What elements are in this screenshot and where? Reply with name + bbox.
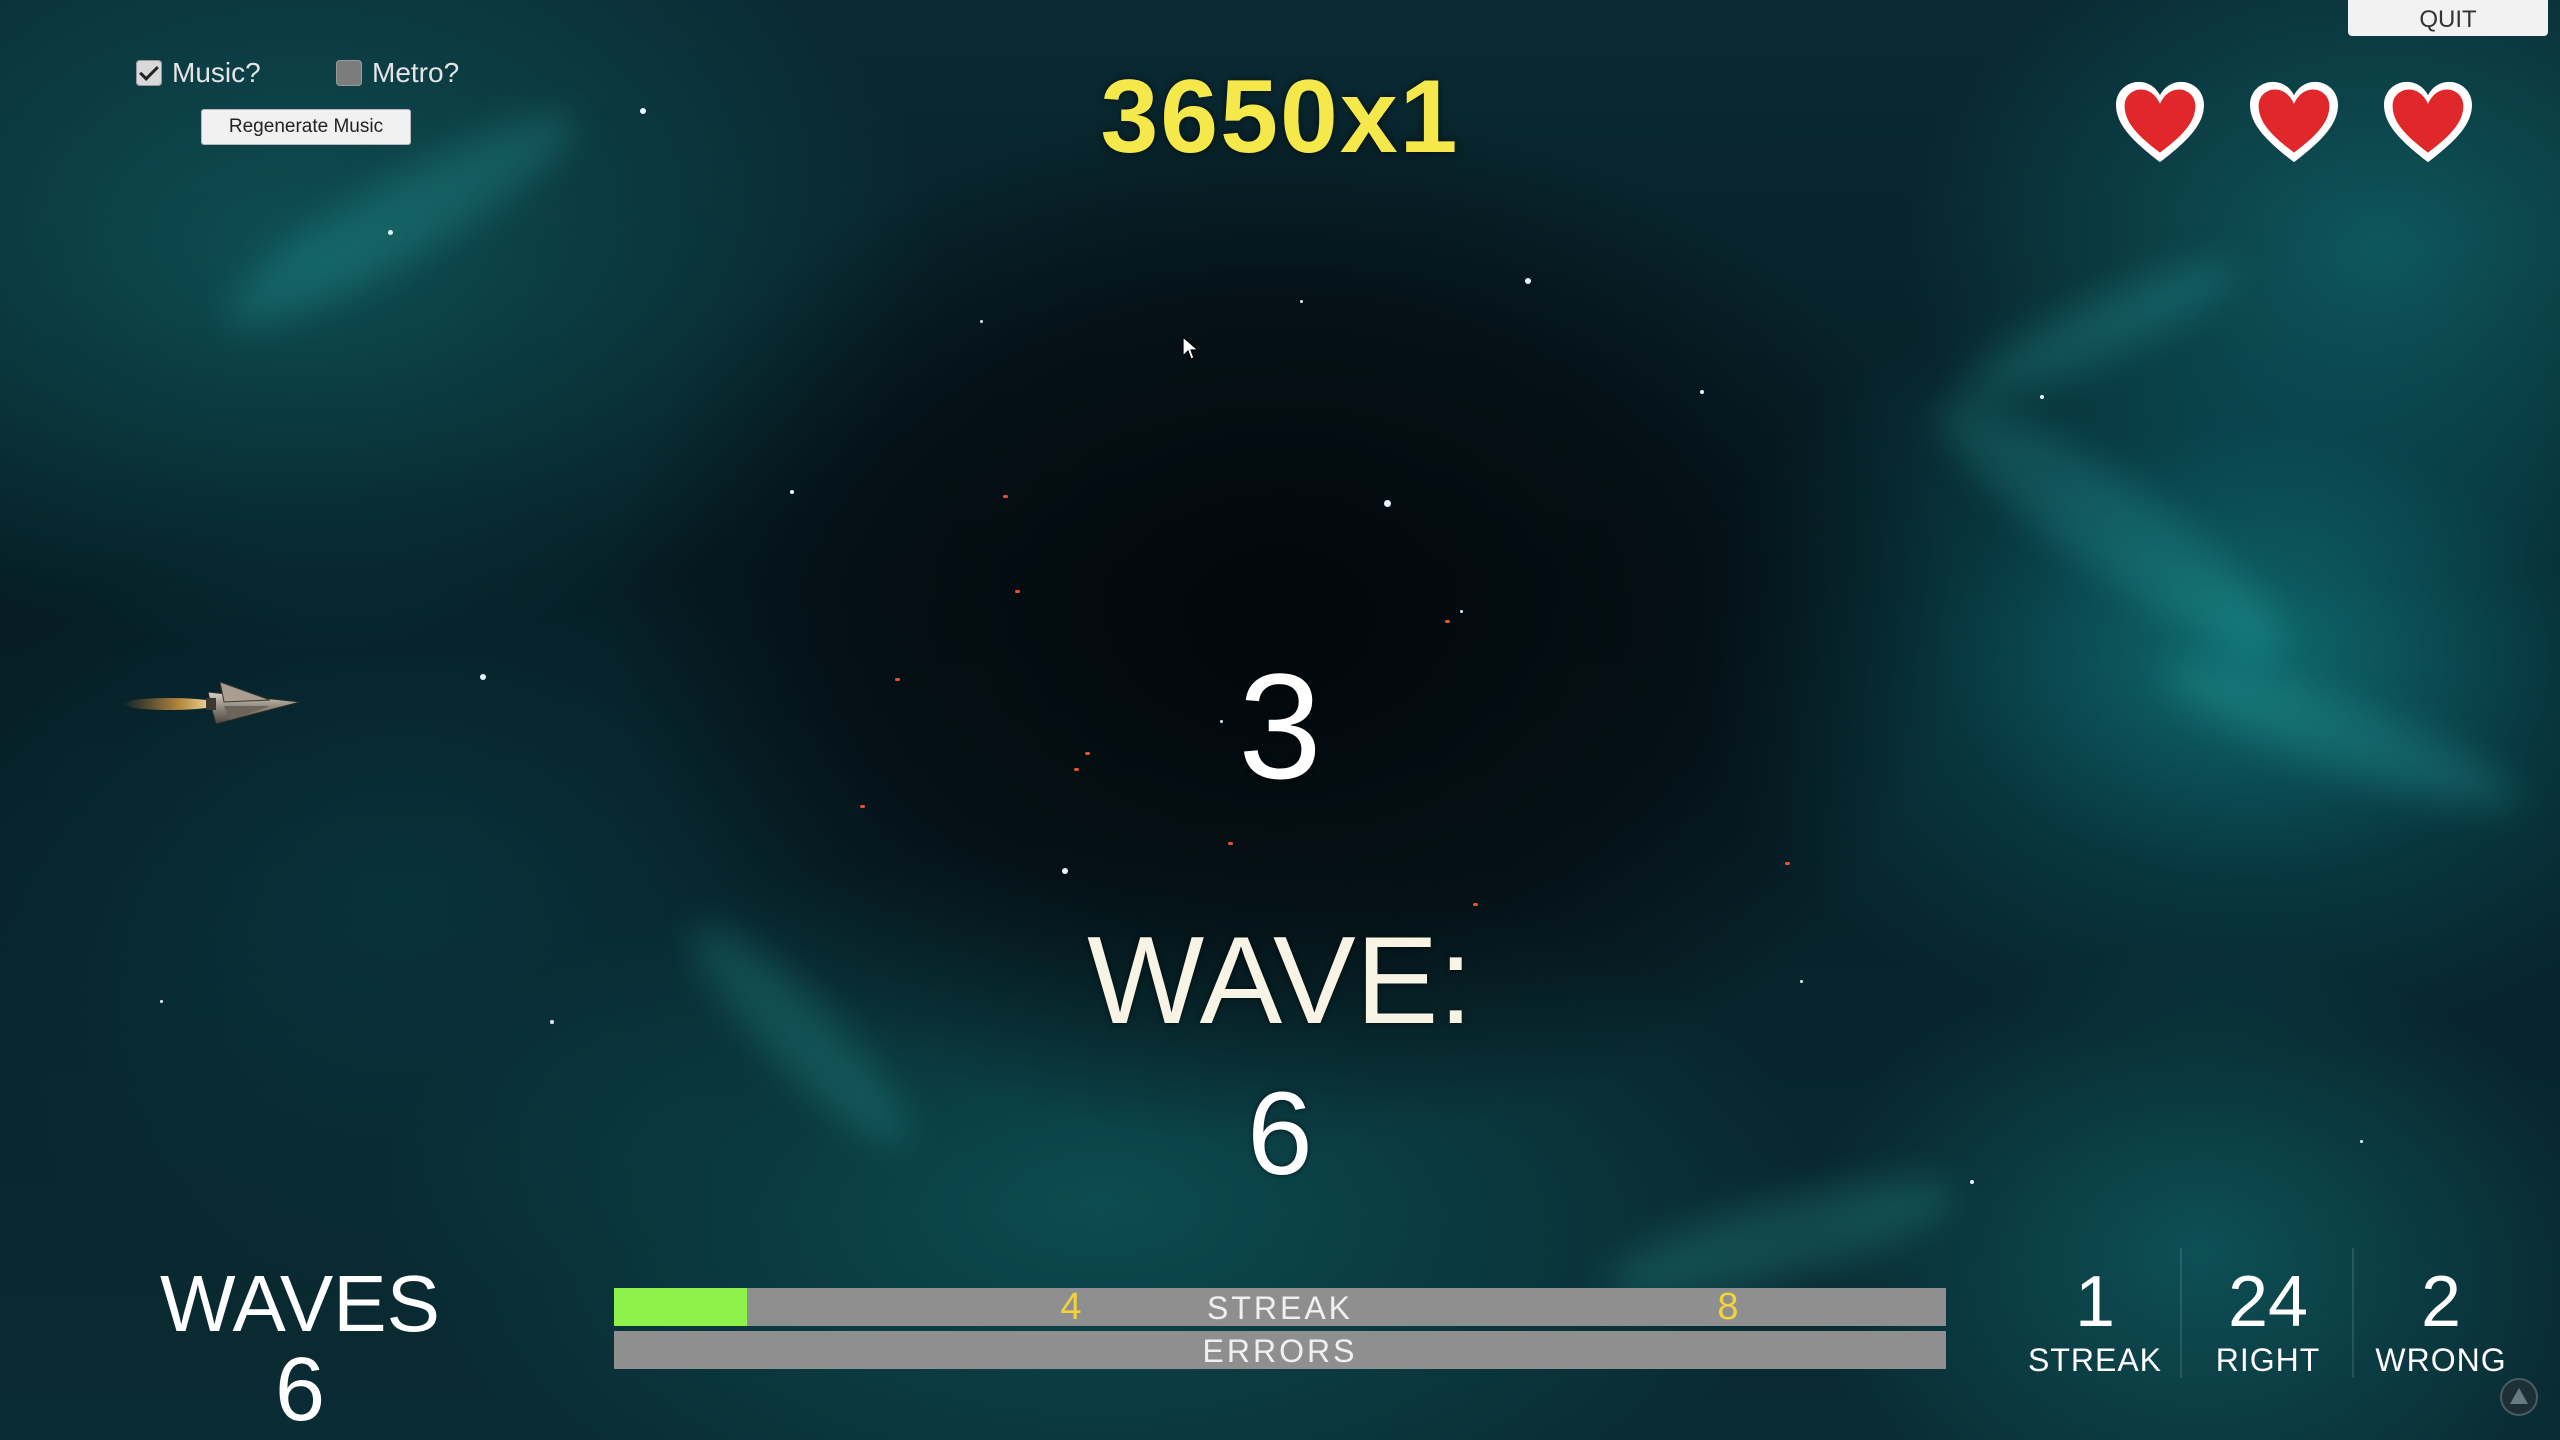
regenerate-music-button[interactable]: Regenerate Music: [201, 109, 411, 145]
star: [1300, 300, 1303, 303]
mouse-cursor-icon: [1182, 336, 1200, 360]
star: [980, 320, 983, 323]
game-screen[interactable]: Music? Metro? Regenerate Music 3650x1 QU…: [0, 0, 2560, 1440]
star: [480, 674, 486, 680]
heart-icon: [2116, 81, 2204, 163]
countdown-number: 3: [1238, 642, 1322, 810]
quit-button[interactable]: QUIT: [2348, 0, 2548, 36]
star: [1384, 500, 1391, 507]
stat-right: 24 RIGHT: [2183, 1264, 2353, 1378]
stat-wrong-label: WRONG: [2375, 1342, 2507, 1378]
stat-streak: 1 STREAK: [2010, 1264, 2180, 1378]
waves-count: 6: [274, 1340, 326, 1440]
metro-toggle[interactable]: Metro?: [336, 57, 459, 89]
star: [388, 230, 393, 235]
ember-particle: [860, 805, 865, 808]
ember-particle: [1473, 903, 1478, 906]
star: [2040, 395, 2044, 399]
streak-marker: 8: [1717, 1286, 1739, 1328]
waves-label: WAVES: [159, 1259, 441, 1348]
star: [790, 490, 794, 494]
stat-streak-label: STREAK: [2027, 1342, 2163, 1378]
errors-bar-label: ERRORS: [1202, 1333, 1358, 1369]
star: [1062, 868, 1068, 874]
star: [2360, 1140, 2363, 1143]
nebula-wisp: [1951, 239, 2249, 421]
star: [160, 1000, 163, 1003]
stat-divider: [2352, 1248, 2354, 1378]
ember-particle: [1003, 495, 1008, 498]
ember-particle: [1085, 752, 1090, 755]
wave-label: WAVE:: [1087, 912, 1473, 1050]
nebula-wisp: [669, 904, 931, 1166]
ember-particle: [1015, 590, 1020, 593]
ember-particle: [1228, 842, 1233, 845]
stat-wrong: 2 WRONG: [2356, 1264, 2526, 1378]
metro-toggle-label: Metro?: [372, 57, 460, 88]
ember-particle: [895, 678, 900, 681]
streak-bar: STREAK 4 8: [614, 1288, 1946, 1326]
ember-particle: [1074, 768, 1079, 771]
stat-streak-value: 1: [2074, 1262, 2116, 1342]
wave-number: 6: [1247, 1068, 1313, 1200]
star: [550, 1020, 554, 1024]
star: [640, 108, 646, 114]
heart-icon: [2250, 81, 2338, 163]
streak-marker: 4: [1060, 1286, 1082, 1328]
star: [1970, 1180, 1974, 1184]
music-toggle[interactable]: Music?: [136, 57, 261, 89]
star: [1460, 610, 1463, 613]
stat-right-label: RIGHT: [2215, 1342, 2321, 1378]
nebula-wisp: [1912, 367, 2308, 683]
ember-particle: [1445, 620, 1450, 623]
stat-wrong-value: 2: [2420, 1262, 2462, 1342]
errors-bar: ERRORS: [614, 1331, 1946, 1369]
stat-divider: [2180, 1248, 2182, 1378]
star: [1800, 980, 1803, 983]
music-toggle-label: Music?: [172, 57, 261, 88]
nebula-wisp: [2149, 637, 2531, 833]
music-checkbox[interactable]: [136, 60, 162, 86]
ember-particle: [1785, 862, 1790, 865]
star: [1700, 390, 1704, 394]
metro-checkbox[interactable]: [336, 60, 362, 86]
star: [1525, 278, 1531, 284]
stat-right-value: 24: [2227, 1262, 2309, 1342]
score-multiplier: 3650x1: [1100, 59, 1460, 175]
heart-icon: [2384, 81, 2472, 163]
spaceship-icon: [122, 681, 301, 725]
watermark-icon: [2500, 1378, 2538, 1416]
